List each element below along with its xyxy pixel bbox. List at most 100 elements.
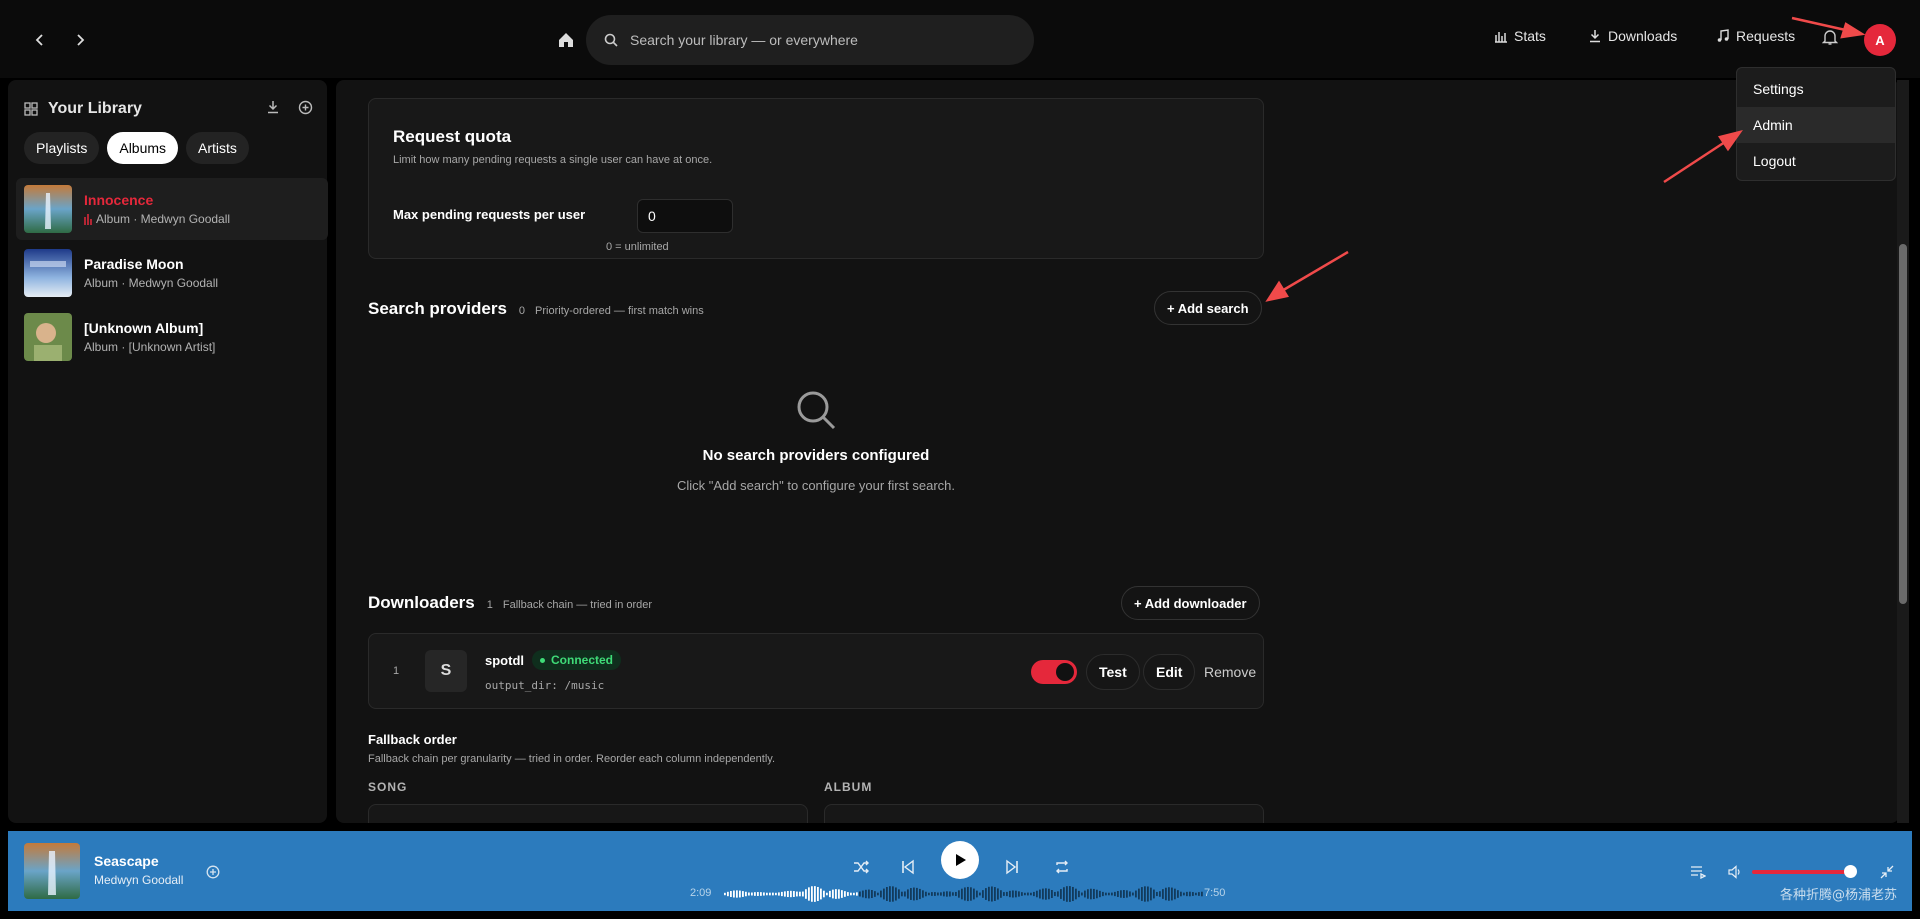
status-badge: Connected bbox=[532, 650, 622, 670]
list-item[interactable]: Paradise Moon Album · Medwyn Goodall bbox=[16, 242, 328, 304]
list-item-title: Innocence bbox=[84, 192, 154, 208]
search-providers-count: 0 bbox=[518, 305, 526, 317]
stats-link[interactable]: Stats bbox=[1494, 28, 1546, 44]
list-item-title: Paradise Moon bbox=[84, 256, 184, 272]
chevron-left-icon bbox=[35, 34, 43, 46]
waveform-bar bbox=[805, 889, 807, 899]
list-item[interactable]: Innocence Album · Medwyn Goodall bbox=[16, 178, 328, 240]
waveform-bar bbox=[847, 892, 849, 896]
fallback-album-list[interactable] bbox=[824, 804, 1264, 823]
avatar-initial: A bbox=[1875, 32, 1885, 48]
requests-label: Requests bbox=[1736, 28, 1796, 44]
play-icon bbox=[956, 854, 966, 866]
waveform-bar bbox=[1153, 889, 1155, 899]
waveform-bar bbox=[1057, 891, 1059, 897]
waveform-bar bbox=[1084, 890, 1086, 898]
scrollbar-thumb[interactable] bbox=[1899, 244, 1907, 604]
waveform-bar bbox=[988, 886, 990, 902]
waveform-bar bbox=[979, 892, 981, 896]
downloaders-title: Downloaders bbox=[368, 593, 475, 612]
waveform-bar bbox=[739, 890, 741, 898]
waveform-bar bbox=[1183, 892, 1185, 896]
back-button[interactable] bbox=[22, 22, 58, 58]
next-icon[interactable] bbox=[1005, 859, 1019, 875]
add-to-library-icon[interactable] bbox=[206, 865, 220, 879]
filter-artists[interactable]: Artists bbox=[186, 132, 249, 164]
fallback-song-list[interactable] bbox=[368, 804, 808, 823]
search-input[interactable] bbox=[630, 32, 1010, 48]
waveform-bar bbox=[832, 889, 834, 899]
downloads-link[interactable]: Downloads bbox=[1588, 28, 1677, 44]
waveform-bar bbox=[1099, 890, 1101, 898]
waveform-progress[interactable] bbox=[724, 885, 1204, 903]
waveform-bar bbox=[841, 890, 843, 898]
library-filters: Playlists Albums Artists bbox=[24, 132, 249, 164]
waveform-bar bbox=[928, 892, 930, 896]
queue-icon[interactable] bbox=[1690, 865, 1706, 879]
max-pending-input[interactable] bbox=[637, 199, 733, 233]
forward-button[interactable] bbox=[62, 22, 98, 58]
waveform-bar bbox=[1105, 892, 1107, 896]
downloader-enabled-toggle[interactable] bbox=[1031, 660, 1077, 684]
repeat-icon[interactable] bbox=[1054, 859, 1070, 875]
waveform-bar bbox=[1198, 892, 1200, 896]
menu-item-logout[interactable]: Logout bbox=[1737, 143, 1895, 179]
waveform-bar bbox=[820, 888, 822, 900]
collapse-icon[interactable] bbox=[1880, 865, 1894, 879]
waveform-bar bbox=[754, 892, 756, 896]
waveform-bar bbox=[724, 892, 726, 896]
list-item[interactable]: [Unknown Album] Album · [Unknown Artist] bbox=[16, 306, 328, 368]
waveform-bar bbox=[745, 891, 747, 897]
add-search-button[interactable]: + Add search bbox=[1154, 291, 1262, 325]
waveform-bar bbox=[1129, 891, 1131, 897]
waveform-bar bbox=[1090, 888, 1092, 900]
waveform-bar bbox=[838, 889, 840, 899]
quota-field-label: Max pending requests per user bbox=[393, 207, 586, 222]
waveform-bar bbox=[1132, 892, 1134, 896]
waveform-bar bbox=[856, 892, 858, 896]
volume-icon[interactable] bbox=[1728, 865, 1742, 879]
remove-button[interactable]: Remove bbox=[1191, 654, 1269, 690]
waveform-bar bbox=[799, 891, 801, 897]
filter-albums[interactable]: Albums bbox=[107, 132, 179, 164]
downloaders-subtitle: Fallback chain — tried in order bbox=[502, 599, 653, 611]
home-button[interactable] bbox=[548, 22, 584, 58]
waveform-bar bbox=[751, 892, 753, 896]
elapsed-time: 2:09 bbox=[690, 887, 712, 899]
add-circle-icon[interactable] bbox=[298, 100, 313, 115]
waveform-bar bbox=[1069, 886, 1071, 902]
library-header[interactable]: Your Library bbox=[24, 100, 142, 118]
previous-icon[interactable] bbox=[901, 859, 915, 875]
menu-item-settings[interactable]: Settings bbox=[1737, 71, 1895, 107]
waveform-bar bbox=[997, 888, 999, 900]
download-icon[interactable] bbox=[266, 100, 280, 114]
stats-label: Stats bbox=[1514, 28, 1546, 44]
fallback-description: Fallback chain per granularity — tried i… bbox=[368, 753, 776, 765]
avatar[interactable]: A bbox=[1864, 24, 1896, 56]
volume-knob[interactable] bbox=[1844, 865, 1857, 878]
library-title: Your Library bbox=[48, 100, 142, 117]
waveform-bar bbox=[1189, 891, 1191, 897]
status-dot-icon bbox=[540, 657, 545, 663]
volume-slider[interactable] bbox=[1752, 870, 1850, 874]
menu-item-admin[interactable]: Admin bbox=[1737, 107, 1895, 143]
filter-playlists[interactable]: Playlists bbox=[24, 132, 100, 164]
waveform-bar bbox=[1045, 888, 1047, 900]
waveform-bar bbox=[1180, 891, 1182, 897]
track-artist[interactable]: Medwyn Goodall bbox=[94, 873, 183, 887]
waveform-bar bbox=[784, 891, 786, 897]
shuffle-icon[interactable] bbox=[853, 859, 869, 875]
add-downloader-button[interactable]: + Add downloader bbox=[1121, 586, 1260, 620]
edit-button[interactable]: Edit bbox=[1143, 654, 1196, 690]
waveform-bar bbox=[1201, 891, 1203, 897]
waveform-bar bbox=[760, 892, 762, 896]
waveform-bar bbox=[1195, 892, 1197, 896]
test-button[interactable]: Test bbox=[1086, 654, 1140, 690]
requests-link[interactable]: Requests bbox=[1716, 28, 1795, 44]
notifications-button[interactable] bbox=[1821, 28, 1839, 51]
status-text: Connected bbox=[551, 653, 614, 667]
downloader-icon: S bbox=[425, 650, 467, 692]
waveform-bar bbox=[985, 888, 987, 900]
waveform-bar bbox=[1192, 892, 1194, 896]
play-button[interactable] bbox=[941, 841, 979, 879]
